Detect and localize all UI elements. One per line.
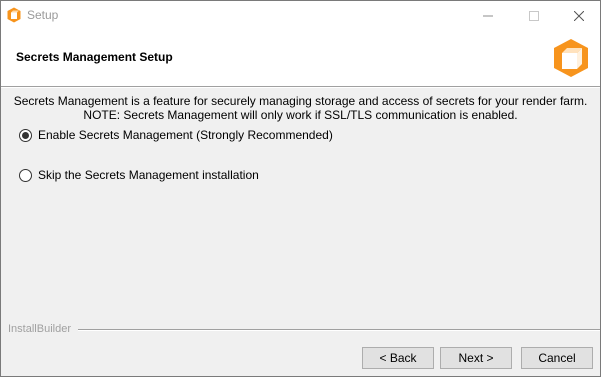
setup-window: Setup Secrets Management Setup Secrets M…	[0, 0, 601, 377]
close-icon	[573, 10, 584, 21]
skip-secrets-radio[interactable]	[19, 168, 32, 182]
description: Secrets Management is a feature for secu…	[1, 94, 600, 122]
enable-secrets-radio[interactable]	[19, 128, 32, 142]
window-title: Setup	[27, 8, 59, 22]
maximize-icon	[528, 10, 539, 21]
skip-secrets-label[interactable]: Skip the Secrets Management installation	[38, 168, 259, 182]
cancel-button[interactable]: Cancel	[521, 347, 593, 369]
page-header: Secrets Management Setup	[1, 30, 600, 86]
enable-secrets-label[interactable]: Enable Secrets Management (Strongly Reco…	[38, 128, 333, 142]
orange-cube-logo-icon	[554, 39, 588, 77]
back-button[interactable]: < Back	[362, 347, 434, 369]
maximize-button[interactable]	[511, 1, 556, 30]
title-bar: Setup	[1, 1, 600, 30]
description-line: Secrets Management is a feature for secu…	[13, 94, 588, 108]
next-button[interactable]: Next >	[440, 347, 512, 369]
description-note: NOTE: Secrets Management will only work …	[83, 108, 518, 122]
minimize-button[interactable]	[465, 1, 510, 30]
footer-divider	[78, 329, 600, 331]
installbuilder-brand: InstallBuilder	[8, 323, 71, 335]
page-title: Secrets Management Setup	[16, 50, 173, 64]
minimize-icon	[482, 15, 493, 16]
orange-cube-icon	[7, 7, 21, 23]
enable-secrets-option[interactable]: Enable Secrets Management (Strongly Reco…	[19, 128, 333, 142]
skip-secrets-option[interactable]: Skip the Secrets Management installation	[19, 168, 259, 182]
header-divider	[1, 86, 600, 88]
close-button[interactable]	[556, 1, 600, 30]
